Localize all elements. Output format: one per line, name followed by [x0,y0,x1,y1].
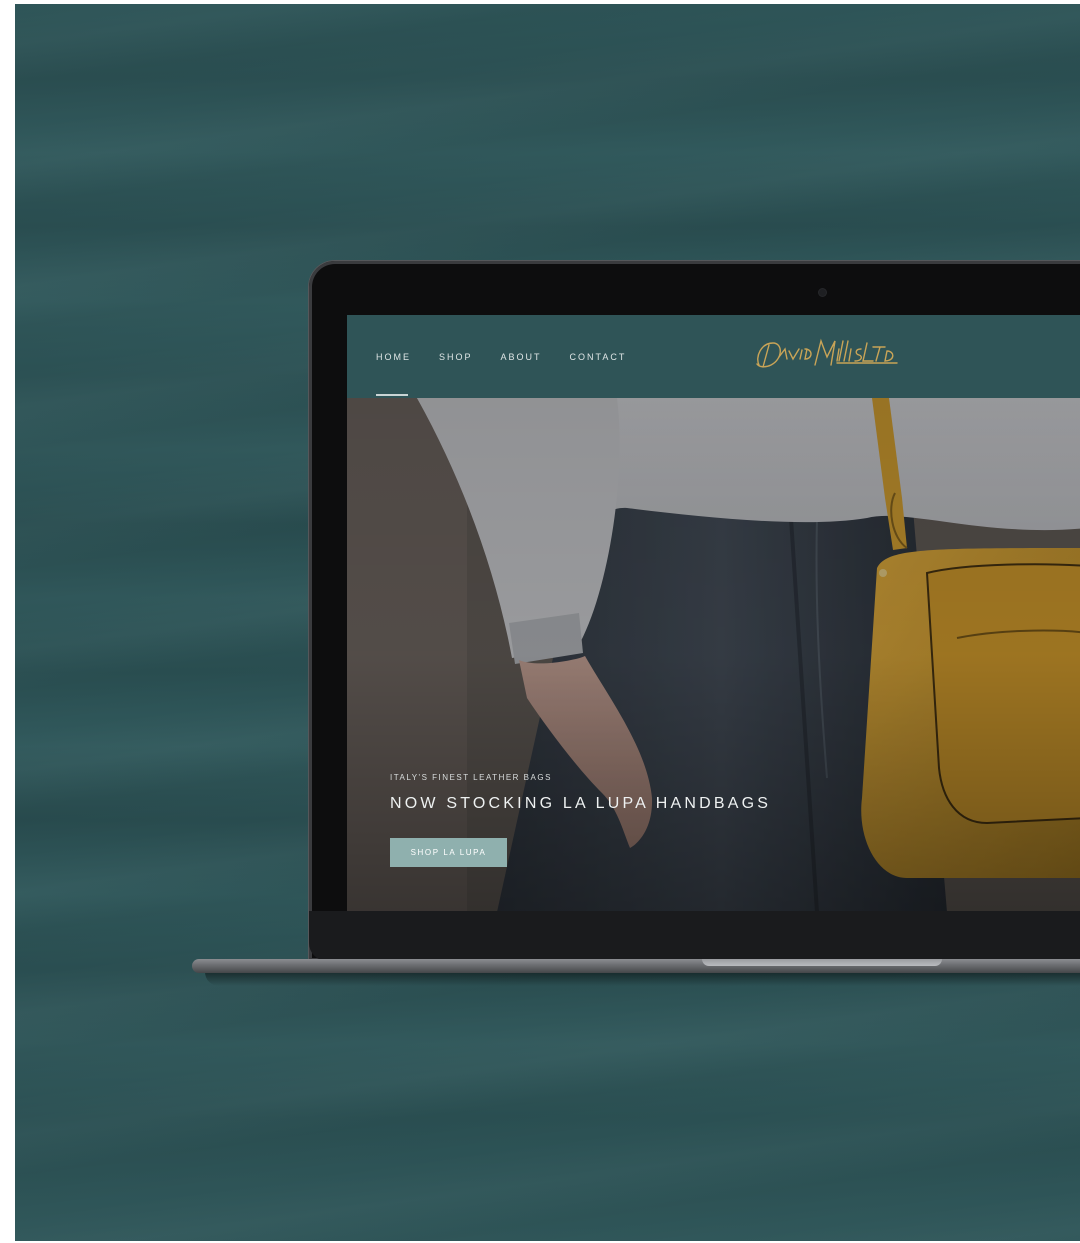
laptop-chin [309,911,1080,961]
hero-eyebrow: ITALY'S FINEST LEATHER BAGS [390,773,552,782]
nav-home[interactable]: HOME [376,352,411,396]
webcam-icon [819,289,826,296]
laptop-base [192,959,1080,973]
laptop-screen: HOME SHOP ABOUT CONTACT ITALY'S FINEST L… [347,315,1080,912]
teal-background: HOME SHOP ABOUT CONTACT ITALY'S FINEST L… [15,4,1080,1241]
laptop-frame: HOME SHOP ABOUT CONTACT ITALY'S FINEST L… [309,261,1080,961]
hero-banner: ITALY'S FINEST LEATHER BAGS NOW STOCKING… [347,398,1080,912]
site-header: HOME SHOP ABOUT CONTACT [347,315,1080,398]
nav-about[interactable]: ABOUT [501,352,542,362]
nav-contact[interactable]: CONTACT [570,352,627,362]
main-nav: HOME SHOP ABOUT CONTACT [376,352,654,396]
hero-title: NOW STOCKING LA LUPA HANDBAGS [390,795,772,812]
laptop-shadow [205,972,1080,986]
nav-shop[interactable]: SHOP [439,352,473,362]
laptop-notch [702,959,942,966]
hero-overlay [347,398,1080,912]
shop-la-lupa-button[interactable]: SHOP LA LUPA [390,838,507,867]
david-mills-logo[interactable] [749,335,899,375]
